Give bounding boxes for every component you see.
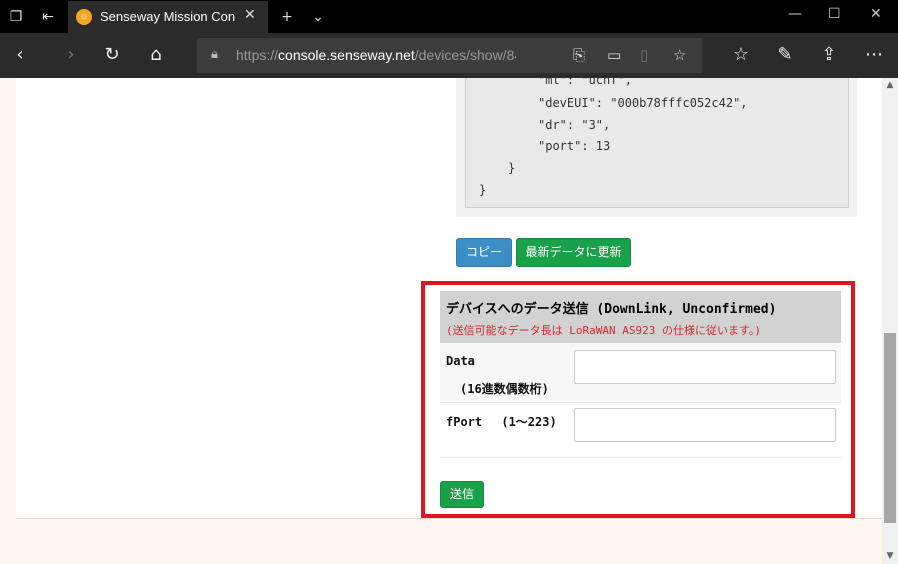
browser-tab-strip: ❐ ⇤ ☼ Senseway Mission Conn ✕ + ⌄ — ☐ ✕ (0, 0, 898, 33)
reading-view-icon[interactable]: ▯ (640, 46, 648, 64)
address-toolbar: ‹ › ↻ ⌂ 🔒︎ https://console.senseway.net/… (0, 33, 898, 78)
scrollbar-thumb[interactable] (884, 333, 896, 523)
back-icon[interactable]: ‹ (9, 44, 31, 66)
close-icon[interactable]: ✕ (244, 7, 256, 23)
url-text[interactable]: https://console.senseway.net/devices/sho… (236, 47, 516, 63)
payload-panel: "mt": "ucnf", "devEUI": "000b78fffc052c4… (456, 78, 857, 217)
chevron-down-icon[interactable]: ⌄ (308, 7, 328, 27)
maximize-icon[interactable]: ☐ (828, 6, 841, 22)
send-button[interactable]: 送信 (440, 481, 484, 508)
page-content: "mt": "ucnf", "devEUI": "000b78fffc052c4… (0, 78, 882, 564)
data-row: Data (16進数偶数桁) (440, 344, 841, 403)
payload-json: "mt": "ucnf", "devEUI": "000b78fffc052c4… (465, 78, 849, 208)
pen-notes-icon[interactable]: ✎ (774, 44, 796, 66)
refresh-latest-data-button[interactable]: 最新データに更新 (516, 238, 631, 267)
forward-icon[interactable]: › (60, 44, 82, 66)
data-input[interactable] (574, 350, 836, 384)
tab-title: Senseway Mission Conn (100, 9, 236, 24)
data-sublabel: (16進数偶数桁) (460, 382, 549, 396)
refresh-icon[interactable]: ↻ (101, 44, 123, 66)
fport-label: fPort (1〜223) (446, 415, 557, 429)
tracking-icon[interactable]: ▭ (607, 46, 621, 64)
downlink-note: (送信可能なデータ長は LoRaWAN AS923 の仕様に従います。) (446, 324, 761, 337)
fport-input[interactable] (574, 408, 836, 442)
home-icon[interactable]: ⌂ (145, 44, 167, 66)
lock-icon: 🔒︎ (211, 47, 218, 62)
vertical-scrollbar[interactable]: ▲ ▼ (882, 78, 898, 564)
address-bar[interactable]: 🔒︎ https://console.senseway.net/devices/… (197, 38, 702, 73)
downlink-title: デバイスへのデータ送信 (DownLink, Unconfirmed) (446, 302, 777, 317)
favorites-list-icon[interactable]: ☆ (730, 44, 752, 66)
favorite-star-icon[interactable]: ☆ (673, 46, 686, 64)
json-line: "mt": "ucnf", (538, 78, 632, 87)
share-icon[interactable]: ⇪ (818, 44, 840, 66)
json-line: "port": 13 (538, 139, 611, 153)
json-line: "dr": "3", (538, 118, 611, 132)
json-line: } (479, 183, 487, 197)
tab-actions-icon[interactable]: ❐ (6, 7, 26, 27)
browser-tab-active[interactable]: ☼ Senseway Mission Conn ✕ (68, 1, 268, 33)
json-line: "devEUI": "000b78fffc052c42", (538, 96, 748, 110)
translate-icon[interactable]: ⎘ (573, 46, 585, 64)
more-menu-icon[interactable]: ⋯ (863, 44, 885, 66)
close-window-icon[interactable]: ✕ (870, 6, 882, 22)
minimize-icon[interactable]: — (788, 6, 802, 22)
senseway-logo-icon: ☼ (76, 9, 92, 25)
copy-button[interactable]: コピー (456, 238, 512, 267)
scroll-down-icon[interactable]: ▼ (882, 549, 898, 563)
new-tab-icon[interactable]: + (277, 7, 297, 27)
json-line: } (508, 161, 516, 175)
data-label: Data (446, 354, 475, 368)
downlink-header: デバイスへのデータ送信 (DownLink, Unconfirmed) (送信可… (440, 291, 841, 343)
set-tabs-aside-icon[interactable]: ⇤ (38, 7, 58, 27)
fport-row: fPort (1〜223) (440, 404, 841, 458)
scroll-up-icon[interactable]: ▲ (882, 78, 898, 92)
